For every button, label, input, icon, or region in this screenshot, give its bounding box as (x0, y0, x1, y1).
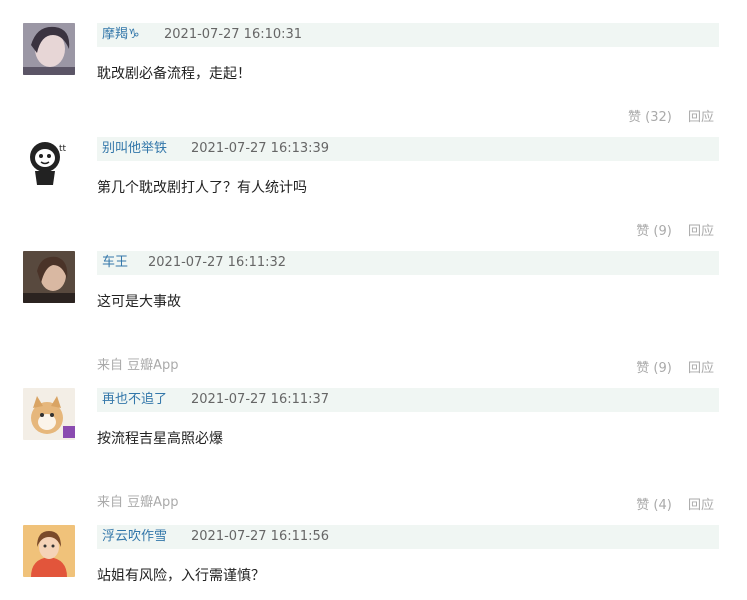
comment-item: tt 别叫他举铁 2021-07-27 16:13:39 第几个耽改剧打人了？有… (0, 137, 747, 251)
comment-actions: 赞 (4) 回应 (636, 497, 714, 515)
comment-item: 浮云吹作雪 2021-07-27 16:11:56 站姐有风险，入行需谨慎？ (0, 525, 747, 600)
comment-text: 按流程吉星高照必爆 (97, 431, 223, 447)
comment-source: 来自 豆瓣App (97, 358, 179, 373)
comment-meta: 车王 2021-07-27 16:11:32 (97, 251, 719, 275)
comment-meta: 浮云吹作雪 2021-07-27 16:11:56 (97, 525, 719, 549)
comment-actions: 赞 (9) 回应 (636, 360, 714, 378)
comment-item: 再也不追了 2021-07-27 16:11:37 按流程吉星高照必爆 来自 豆… (0, 388, 747, 525)
avatar[interactable] (23, 525, 75, 577)
comment-item: 车王 2021-07-27 16:11:32 这可是大事故 来自 豆瓣App 赞… (0, 251, 747, 388)
comment-actions: 赞 (9) 回应 (636, 223, 714, 241)
username-link[interactable]: 车王 (102, 251, 128, 275)
comment-source: 来自 豆瓣App (97, 495, 179, 510)
comment-meta: 别叫他举铁 2021-07-27 16:13:39 (97, 137, 719, 161)
comment-text: 这可是大事故 (97, 294, 181, 310)
comment-timestamp: 2021-07-27 16:11:37 (191, 392, 330, 407)
avatar[interactable] (23, 388, 75, 440)
username-link[interactable]: 别叫他举铁 (102, 137, 167, 161)
vote-button[interactable]: 赞 (32) (628, 110, 672, 125)
reply-button[interactable]: 回应 (688, 224, 714, 239)
comment-text: 第几个耽改剧打人了？有人统计吗 (97, 180, 307, 196)
comment-meta: 摩羯♑ 2021-07-27 16:10:31 (97, 23, 719, 47)
reply-button[interactable]: 回应 (688, 361, 714, 376)
comment-timestamp: 2021-07-27 16:10:31 (164, 27, 303, 42)
vote-button[interactable]: 赞 (4) (636, 498, 672, 513)
vote-button[interactable]: 赞 (9) (636, 224, 672, 239)
comment-timestamp: 2021-07-27 16:13:39 (191, 141, 330, 156)
avatar[interactable] (23, 23, 75, 75)
comment-text: 耽改剧必备流程，走起！ (97, 66, 251, 82)
comment-text: 站姐有风险，入行需谨慎？ (97, 568, 265, 584)
avatar[interactable]: tt (23, 137, 75, 189)
comment-item: 摩羯♑ 2021-07-27 16:10:31 耽改剧必备流程，走起！ 赞 (3… (0, 23, 747, 137)
username-link[interactable]: 摩羯♑ (102, 23, 140, 47)
svg-text:tt: tt (59, 144, 67, 154)
username-link[interactable]: 浮云吹作雪 (102, 525, 167, 549)
comment-meta: 再也不追了 2021-07-27 16:11:37 (97, 388, 719, 412)
avatar[interactable] (23, 251, 75, 303)
reply-button[interactable]: 回应 (688, 110, 714, 125)
comment-timestamp: 2021-07-27 16:11:32 (148, 255, 287, 270)
comment-timestamp: 2021-07-27 16:11:56 (191, 529, 330, 544)
username-link[interactable]: 再也不追了 (102, 388, 167, 412)
comment-list: 摩羯♑ 2021-07-27 16:10:31 耽改剧必备流程，走起！ 赞 (3… (0, 0, 747, 600)
comment-actions: 赞 (32) 回应 (628, 109, 714, 127)
reply-button[interactable]: 回应 (688, 498, 714, 513)
vote-button[interactable]: 赞 (9) (636, 361, 672, 376)
